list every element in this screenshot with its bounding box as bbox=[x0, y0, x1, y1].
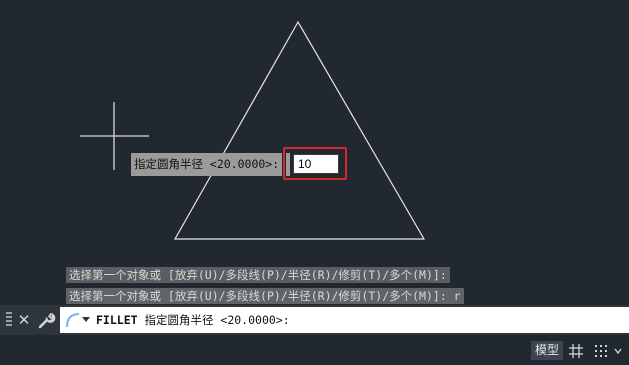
grid-icon[interactable] bbox=[568, 343, 584, 359]
grip-icon[interactable] bbox=[6, 312, 12, 328]
history-line: 选择第一个对象或 [放弃(U)/多段线(P)/半径(R)/修剪(T)/多个(M)… bbox=[66, 267, 450, 283]
model-tab[interactable]: 模型 bbox=[531, 341, 563, 360]
command-name: FILLET bbox=[96, 313, 138, 327]
wrench-icon[interactable] bbox=[36, 311, 56, 329]
highlight-box bbox=[283, 147, 347, 180]
history-line: 选择第一个对象或 [放弃(U)/多段线(P)/半径(R)/修剪(T)/多个(M)… bbox=[66, 288, 464, 304]
dropdown-arrow-icon[interactable] bbox=[82, 317, 90, 322]
recent-commands-icon[interactable] bbox=[64, 311, 80, 329]
close-icon[interactable]: ✕ bbox=[16, 309, 32, 331]
command-input[interactable]: FILLET 指定圆角半径 <20.0000>: bbox=[60, 307, 629, 333]
chevron-down-icon[interactable] bbox=[614, 347, 622, 355]
snap-icon[interactable] bbox=[593, 343, 609, 359]
dynamic-input-prompt: 指定圆角半径 <20.0000>: bbox=[131, 153, 283, 176]
triangle-shape[interactable] bbox=[173, 20, 426, 240]
command-text: FILLET 指定圆角半径 <20.0000>: bbox=[96, 307, 290, 333]
command-prompt: 指定圆角半径 <20.0000>: bbox=[144, 313, 290, 327]
